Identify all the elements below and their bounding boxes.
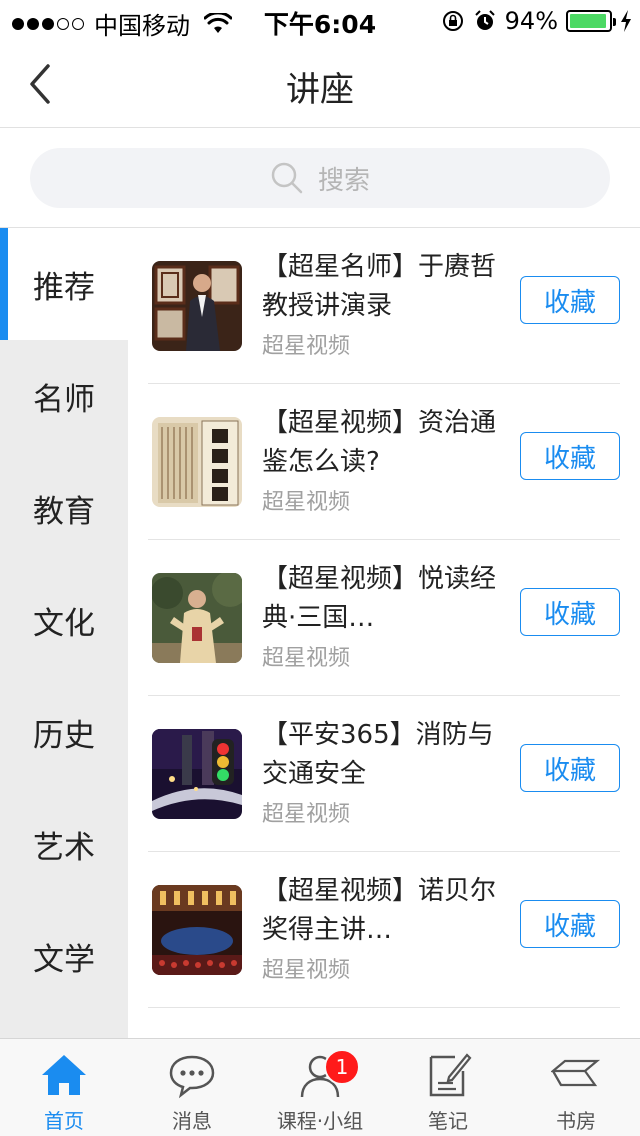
lecture-source: 超星视频 <box>262 958 351 983</box>
tab-courses-groups[interactable]: 1 课程·小组 <box>256 1039 384 1136</box>
lecture-title: 【超星名师】于赓哲教授讲演录 <box>262 252 497 321</box>
navigation-bar: 讲座 <box>0 40 640 128</box>
lecture-thumbnail <box>152 729 242 819</box>
lecture-source: 超星视频 <box>262 334 351 359</box>
lecture-title: 【平安365】消防与交通安全 <box>262 720 494 789</box>
tab-label: 笔记 <box>428 1109 468 1133</box>
sidebar-item-recommended[interactable]: 推荐 <box>0 228 128 340</box>
tab-label: 课程·小组 <box>276 1109 364 1133</box>
list-item[interactable]: 【平安365】消防与交通安全 超星视频 收藏 <box>148 696 620 852</box>
status-bar: 中国移动 下午6:04 94% <box>0 0 640 40</box>
sidebar-item-education[interactable]: 教育 <box>0 452 128 564</box>
lecture-source: 超星视频 <box>262 646 351 671</box>
favorite-button[interactable]: 收藏 <box>520 432 620 480</box>
lecture-thumbnail <box>152 417 242 507</box>
battery-percent: 94% <box>504 7 558 35</box>
tab-label: 消息 <box>172 1109 212 1133</box>
search-icon <box>271 162 303 194</box>
notification-badge: 1 <box>324 1049 360 1085</box>
lecture-title: 【超星视频】悦读经典·三国… <box>262 564 497 633</box>
sidebar-item-history[interactable]: 历史 <box>0 676 128 788</box>
lecture-thumbnail <box>152 885 242 975</box>
books-icon <box>551 1059 601 1087</box>
search-input[interactable]: 搜索 <box>30 148 610 208</box>
lecture-thumbnail <box>152 261 242 351</box>
tab-label: 首页 <box>44 1109 84 1133</box>
tab-label: 书房 <box>556 1109 596 1133</box>
battery-fill <box>570 14 606 28</box>
charging-bolt-icon <box>621 10 631 32</box>
favorite-button[interactable]: 收藏 <box>520 900 620 948</box>
list-item[interactable]: 【超星名师】于赓哲教授讲演录 超星视频 收藏 <box>148 228 620 384</box>
sidebar-item-culture[interactable]: 文化 <box>0 564 128 676</box>
tab-messages[interactable]: 消息 <box>128 1039 256 1136</box>
note-icon <box>429 1053 472 1097</box>
sidebar-item-famous-teachers[interactable]: 名师 <box>0 340 128 452</box>
rotation-lock-icon <box>442 11 463 31</box>
lecture-list: 【超星名师】于赓哲教授讲演录 超星视频 收藏 【超星视频】资治通鉴怎么读? 超星… <box>148 228 620 1038</box>
lecture-source: 超星视频 <box>262 490 351 515</box>
list-item[interactable]: 【超星视频】诺贝尔奖得主讲… 超星视频 收藏 <box>148 852 620 1008</box>
lecture-thumbnail <box>152 573 242 663</box>
lecture-title: 【超星视频】诺贝尔奖得主讲… <box>262 876 497 945</box>
category-sidebar: 推荐 名师 教育 文化 历史 艺术 文学 <box>0 228 128 1038</box>
alarm-icon <box>474 10 495 30</box>
list-item[interactable]: 【超星视频】资治通鉴怎么读? 超星视频 收藏 <box>148 384 620 540</box>
lecture-source: 超星视频 <box>262 802 351 827</box>
favorite-button[interactable]: 收藏 <box>520 276 620 324</box>
page-title: 讲座 <box>286 70 354 110</box>
home-icon <box>42 1055 86 1095</box>
search-area: 搜索 <box>0 128 640 228</box>
tab-home[interactable]: 首页 <box>0 1039 128 1136</box>
tab-bar: 首页 消息 1 课程·小组 笔记 书房 <box>0 1038 640 1136</box>
sidebar-item-literature[interactable]: 文学 <box>0 900 128 1012</box>
favorite-button[interactable]: 收藏 <box>520 744 620 792</box>
search-placeholder: 搜索 <box>317 165 370 196</box>
battery-icon <box>566 10 616 32</box>
lecture-title: 【超星视频】资治通鉴怎么读? <box>262 408 497 477</box>
list-item[interactable]: 【超星视频】悦读经典·三国… 超星视频 收藏 <box>148 540 620 696</box>
sidebar-item-art[interactable]: 艺术 <box>0 788 128 900</box>
favorite-button[interactable]: 收藏 <box>520 588 620 636</box>
chat-icon <box>169 1055 215 1099</box>
tab-notes[interactable]: 笔记 <box>384 1039 512 1136</box>
tab-study[interactable]: 书房 <box>512 1039 640 1136</box>
